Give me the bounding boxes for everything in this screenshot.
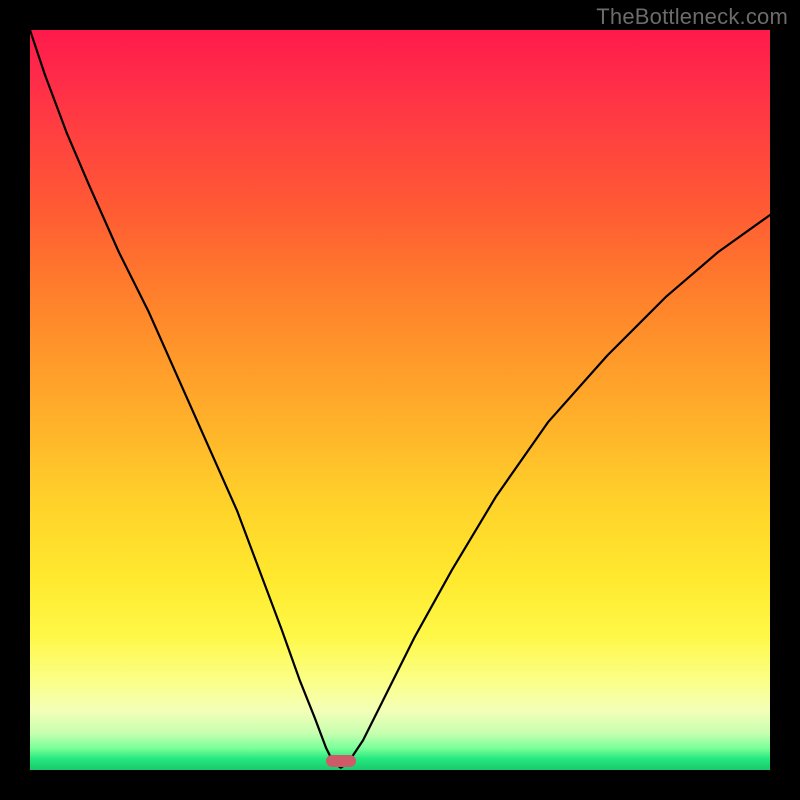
curve-svg (30, 30, 770, 770)
plot-area (30, 30, 770, 770)
watermark-text: TheBottleneck.com (596, 4, 788, 30)
chart-frame: TheBottleneck.com (0, 0, 800, 800)
bottleneck-curve (30, 30, 770, 768)
optimal-range-marker (326, 755, 356, 767)
